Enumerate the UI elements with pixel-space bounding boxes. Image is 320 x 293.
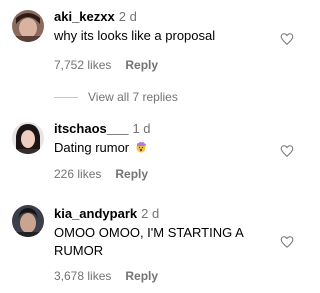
comment-timestamp: 2 d [141, 206, 160, 221]
comment-meta: 7,752 likes Reply [54, 58, 158, 72]
comment-username[interactable]: kia_andypark 2 d [54, 206, 159, 221]
comment-meta: 3,678 likes Reply [54, 269, 158, 283]
comment-username[interactable]: itschaos___ 1 d [54, 121, 151, 136]
comment-timestamp: 2 d [118, 9, 137, 24]
heart-outline-icon[interactable] [280, 235, 294, 249]
comment-item: kia_andypark 2 d OMOO OMOO, I'M STARTING … [0, 197, 308, 293]
comment-username[interactable]: aki_kezxx 2 d [54, 9, 137, 24]
comment-item: itschaos___ 1 d Dating rumor 226 likes Rep… [0, 112, 308, 192]
comment-text: why its looks like a proposal [54, 28, 216, 43]
view-replies-button[interactable]: View all 7 replies [54, 90, 178, 104]
replies-divider [54, 97, 78, 99]
avatar[interactable] [12, 10, 44, 42]
comment-meta: 226 likes Reply [54, 167, 148, 181]
comment-text: Dating rumor [54, 139, 274, 157]
heart-outline-icon[interactable] [280, 32, 294, 46]
avatar[interactable] [12, 122, 44, 154]
like-count[interactable]: 7,752 likes [54, 58, 111, 72]
comments-panel: aki_kezxx 2 d why its looks like a propos… [0, 0, 308, 293]
comment-item: aki_kezxx 2 d why its looks like a propos… [0, 0, 308, 90]
like-count[interactable]: 226 likes [54, 167, 101, 181]
reply-button[interactable]: Reply [125, 58, 158, 72]
avatar[interactable] [12, 205, 44, 237]
reply-button[interactable]: Reply [125, 269, 158, 283]
comment-text: OMOO OMOO, I'M STARTING A RUMOR [54, 225, 244, 258]
heart-outline-icon[interactable] [280, 144, 294, 158]
comment-timestamp: 1 d [132, 121, 151, 136]
reply-button[interactable]: Reply [115, 167, 148, 181]
exploding-head-emoji-icon [136, 141, 146, 153]
like-count[interactable]: 3,678 likes [54, 269, 111, 283]
